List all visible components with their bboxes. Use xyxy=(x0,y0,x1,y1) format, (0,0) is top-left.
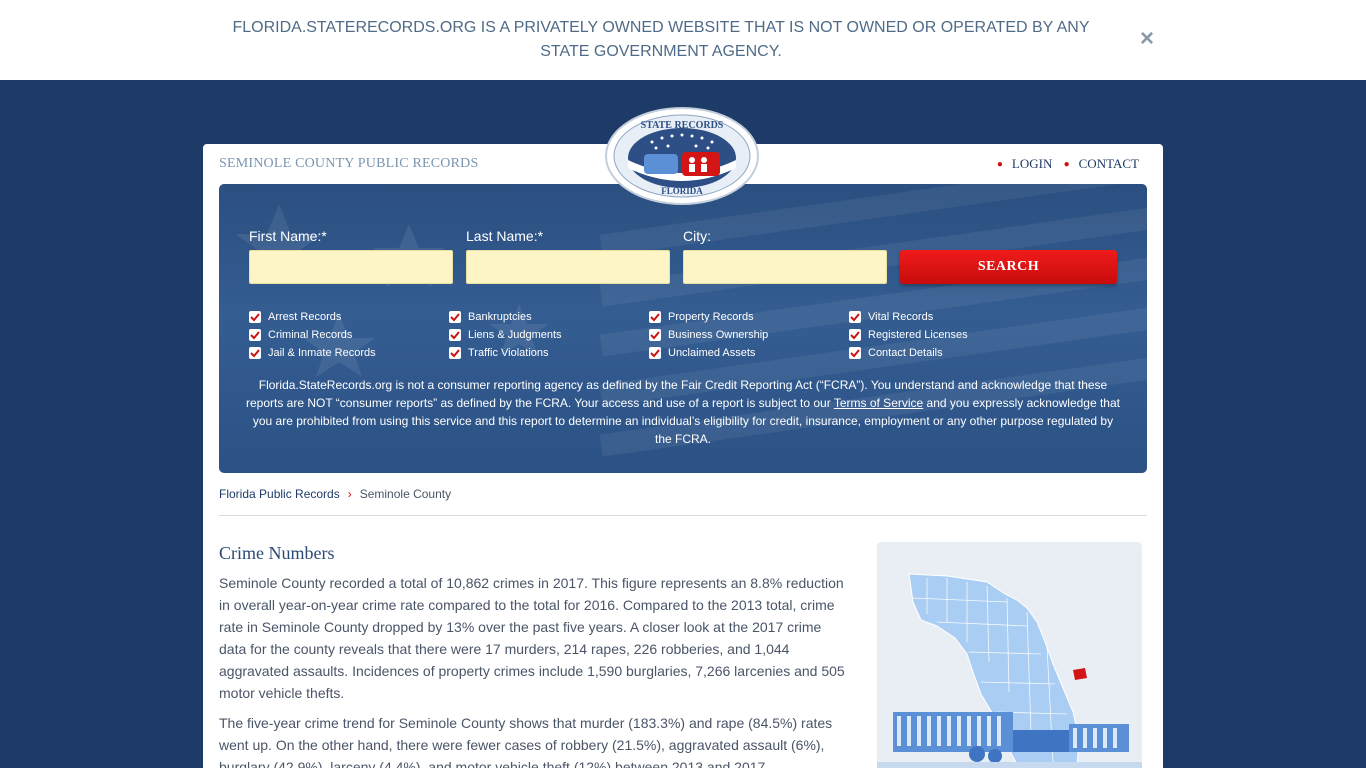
top-nav: ● LOGIN ● CONTACT xyxy=(997,156,1139,172)
chevron-right-icon: › xyxy=(347,487,352,501)
last-name-label: Last Name:* xyxy=(466,228,544,244)
checkbox-property-records[interactable]: Property Records xyxy=(649,310,754,324)
checkbox-label: Vital Records xyxy=(868,311,934,323)
checkbox-checked-icon xyxy=(649,311,661,323)
checkbox-business-ownership[interactable]: Business Ownership xyxy=(649,328,768,342)
fcra-disclaimer: Florida.StateRecords.org is not a consum… xyxy=(245,376,1121,448)
checkbox-checked-icon xyxy=(649,329,661,341)
page-title: SEMINOLE COUNTY PUBLIC RECORDS xyxy=(219,156,479,171)
checkbox-liens-judgments[interactable]: Liens & Judgments xyxy=(449,328,562,342)
checkbox-bankruptcies[interactable]: Bankruptcies xyxy=(449,310,532,324)
checkbox-criminal-records[interactable]: Criminal Records xyxy=(249,328,352,342)
checkbox-vital-records[interactable]: Vital Records xyxy=(849,310,933,324)
checkbox-registered-licenses[interactable]: Registered Licenses xyxy=(849,328,968,342)
search-button[interactable]: SEARCH xyxy=(900,250,1117,284)
checkbox-label: Traffic Violations xyxy=(468,347,549,359)
bullet-icon: ● xyxy=(1063,159,1070,170)
close-icon[interactable]: × xyxy=(1136,27,1158,51)
checkbox-jail-inmate-records[interactable]: Jail & Inmate Records xyxy=(249,346,376,360)
first-name-label: First Name:* xyxy=(249,228,327,244)
checkbox-label: Arrest Records xyxy=(268,311,342,323)
logo-bottom-text: FLORIDA xyxy=(661,186,703,196)
florida-map-image xyxy=(877,573,1142,768)
terms-of-service-link[interactable]: Terms of Service xyxy=(834,396,923,410)
city-label: City: xyxy=(683,228,711,244)
logo-seal-icon: STATE RECORDS FLORIDA xyxy=(605,107,759,205)
checkbox-checked-icon xyxy=(849,311,861,323)
checkbox-traffic-violations[interactable]: Traffic Violations xyxy=(449,346,549,360)
checkbox-arrest-records[interactable]: Arrest Records xyxy=(249,310,341,324)
seminole-county-highlight xyxy=(1073,668,1087,680)
breadcrumb: Florida Public Records › Seminole County xyxy=(219,487,451,501)
disclaimer-banner: FLORIDA.STATERECORDS.ORG IS A PRIVATELY … xyxy=(0,0,1366,80)
checkbox-label: Business Ownership xyxy=(668,329,769,341)
checkbox-checked-icon xyxy=(249,347,261,359)
city-input[interactable] xyxy=(683,250,887,284)
checkbox-label: Criminal Records xyxy=(268,329,353,341)
banner-text: FLORIDA.STATERECORDS.ORG IS A PRIVATELY … xyxy=(232,19,1090,60)
login-link[interactable]: LOGIN xyxy=(1012,156,1052,171)
divider xyxy=(219,515,1147,516)
section-title: Crime Numbers xyxy=(219,543,335,563)
logo-top-text: STATE RECORDS xyxy=(641,120,724,131)
crime-paragraph-1: Seminole County recorded a total of 10,8… xyxy=(219,575,845,701)
checkbox-checked-icon xyxy=(849,347,861,359)
checkbox-checked-icon xyxy=(449,329,461,341)
county-map xyxy=(877,542,1142,768)
last-name-input[interactable] xyxy=(466,250,670,284)
breadcrumb-florida-link[interactable]: Florida Public Records xyxy=(219,487,340,501)
checkbox-checked-icon xyxy=(449,347,461,359)
main-card: SEMINOLE COUNTY PUBLIC RECORDS ● LOGIN ● C… xyxy=(203,144,1163,768)
bullet-icon: ● xyxy=(996,159,1003,170)
checkbox-checked-icon xyxy=(649,347,661,359)
checkbox-contact-details[interactable]: Contact Details xyxy=(849,346,943,360)
checkbox-checked-icon xyxy=(249,329,261,341)
breadcrumb-current: Seminole County xyxy=(359,487,452,501)
checkbox-label: Bankruptcies xyxy=(468,311,532,323)
search-panel: First Name:* Last Name:* City: SEARCH Ar… xyxy=(219,184,1147,473)
checkbox-checked-icon xyxy=(849,329,861,341)
checkbox-label: Liens & Judgments xyxy=(468,329,562,341)
checkbox-label: Property Records xyxy=(668,311,754,323)
checkbox-unclaimed-assets[interactable]: Unclaimed Assets xyxy=(649,346,755,360)
crime-paragraph-2: The five-year crime trend for Seminole C… xyxy=(219,715,833,768)
state-records-logo[interactable]: STATE RECORDS FLORIDA xyxy=(604,106,760,206)
checkbox-label: Unclaimed Assets xyxy=(668,347,756,359)
checkbox-label: Contact Details xyxy=(868,347,943,359)
checkbox-label: Jail & Inmate Records xyxy=(268,347,376,359)
first-name-input[interactable] xyxy=(249,250,453,284)
checkbox-checked-icon xyxy=(249,311,261,323)
checkbox-label: Registered Licenses xyxy=(868,329,968,341)
checkbox-checked-icon xyxy=(449,311,461,323)
buildings-illustration xyxy=(877,712,1142,768)
contact-link[interactable]: CONTACT xyxy=(1079,156,1139,171)
